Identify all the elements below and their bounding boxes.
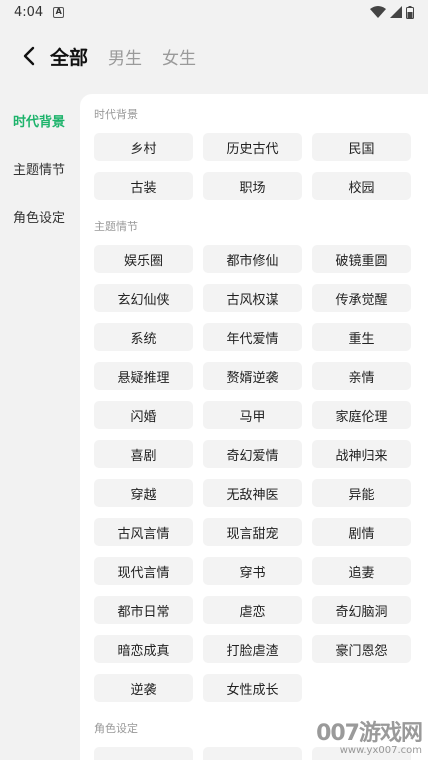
tag-chip[interactable]: 亲情 — [312, 362, 411, 390]
tag-panel: 时代背景 乡村 历史古代 民国 古装 职场 校园 主题情节 娱乐圈 都市修仙 破… — [80, 94, 428, 760]
tag-chip[interactable]: 家庭伦理 — [312, 401, 411, 429]
tag-chip[interactable]: 传承觉醒 — [312, 284, 411, 312]
back-button[interactable] — [18, 45, 40, 67]
tag-chip[interactable]: 战神归来 — [312, 440, 411, 468]
tag-chip[interactable] — [203, 747, 302, 760]
tag-chip[interactable]: 重生 — [312, 323, 411, 351]
tag-chip[interactable]: 古装 — [94, 172, 193, 200]
tag-chip[interactable]: 校园 — [312, 172, 411, 200]
tag-chip[interactable]: 剧情 — [312, 518, 411, 546]
tag-chip[interactable]: 玄幻仙侠 — [94, 284, 193, 312]
a-box-icon: A — [53, 6, 65, 18]
tag-chip[interactable]: 暗恋成真 — [94, 635, 193, 663]
chevron-left-icon — [23, 46, 35, 66]
tag-chip[interactable]: 乡村 — [94, 133, 193, 161]
tag-chip[interactable]: 娱乐圈 — [94, 245, 193, 273]
tag-chip[interactable]: 奇幻爱情 — [203, 440, 302, 468]
tag-chip[interactable]: 民国 — [312, 133, 411, 161]
tag-chip[interactable]: 系统 — [94, 323, 193, 351]
battery-icon — [406, 5, 414, 19]
tag-chip[interactable]: 逆袭 — [94, 674, 193, 702]
tag-chip[interactable]: 穿书 — [203, 557, 302, 585]
tag-chip[interactable]: 马甲 — [203, 401, 302, 429]
tag-chip[interactable]: 历史古代 — [203, 133, 302, 161]
tag-chip[interactable]: 古风言情 — [94, 518, 193, 546]
tag-chip[interactable]: 奇幻脑洞 — [312, 596, 411, 624]
tag-chip[interactable] — [94, 747, 193, 760]
tag-chip[interactable]: 无敌神医 — [203, 479, 302, 507]
sidebar-item-era[interactable]: 时代背景 — [0, 96, 80, 144]
tab-female[interactable]: 女生 — [162, 44, 196, 69]
header: 全部 男生 女生 — [0, 38, 428, 74]
tag-chip[interactable]: 悬疑推理 — [94, 362, 193, 390]
sidebar-item-theme[interactable]: 主题情节 — [0, 144, 80, 192]
tag-chip[interactable]: 穿越 — [94, 479, 193, 507]
tag-chip[interactable]: 职场 — [203, 172, 302, 200]
status-bar: 4:04 A — [0, 0, 428, 24]
tag-chip[interactable]: 年代爱情 — [203, 323, 302, 351]
tag-grid-role — [94, 747, 414, 760]
tag-grid-theme: 娱乐圈 都市修仙 破镜重圆 玄幻仙侠 古风权谋 传承觉醒 系统 年代爱情 重生 … — [94, 245, 414, 702]
tag-chip[interactable] — [312, 747, 411, 760]
tag-chip[interactable]: 追妻 — [312, 557, 411, 585]
tag-chip[interactable]: 都市修仙 — [203, 245, 302, 273]
sidebar-item-role[interactable]: 角色设定 — [0, 192, 80, 240]
tag-grid-era: 乡村 历史古代 民国 古装 职场 校园 — [94, 133, 414, 200]
tag-chip[interactable]: 闪婚 — [94, 401, 193, 429]
tag-chip[interactable]: 赘婿逆袭 — [203, 362, 302, 390]
signal-icon — [390, 6, 402, 18]
tag-chip[interactable]: 都市日常 — [94, 596, 193, 624]
section-title-role: 角色设定 — [94, 722, 138, 735]
status-time: 4:04 — [14, 4, 44, 20]
tab-all[interactable]: 全部 — [50, 43, 88, 70]
tag-chip[interactable]: 异能 — [312, 479, 411, 507]
tag-chip[interactable]: 虐恋 — [203, 596, 302, 624]
tag-chip[interactable]: 现代言情 — [94, 557, 193, 585]
wifi-icon — [370, 6, 386, 18]
tag-chip[interactable]: 喜剧 — [94, 440, 193, 468]
tag-chip[interactable]: 豪门恩怨 — [312, 635, 411, 663]
section-title-era: 时代背景 — [94, 108, 138, 121]
section-title-theme: 主题情节 — [94, 220, 138, 233]
tag-chip[interactable]: 现言甜宠 — [203, 518, 302, 546]
tag-chip[interactable]: 打脸虐渣 — [203, 635, 302, 663]
tab-male[interactable]: 男生 — [108, 44, 142, 69]
tag-chip[interactable]: 破镜重圆 — [312, 245, 411, 273]
tag-chip[interactable]: 古风权谋 — [203, 284, 302, 312]
category-sidebar: 时代背景 主题情节 角色设定 — [0, 96, 80, 240]
tag-chip[interactable]: 女性成长 — [203, 674, 302, 702]
